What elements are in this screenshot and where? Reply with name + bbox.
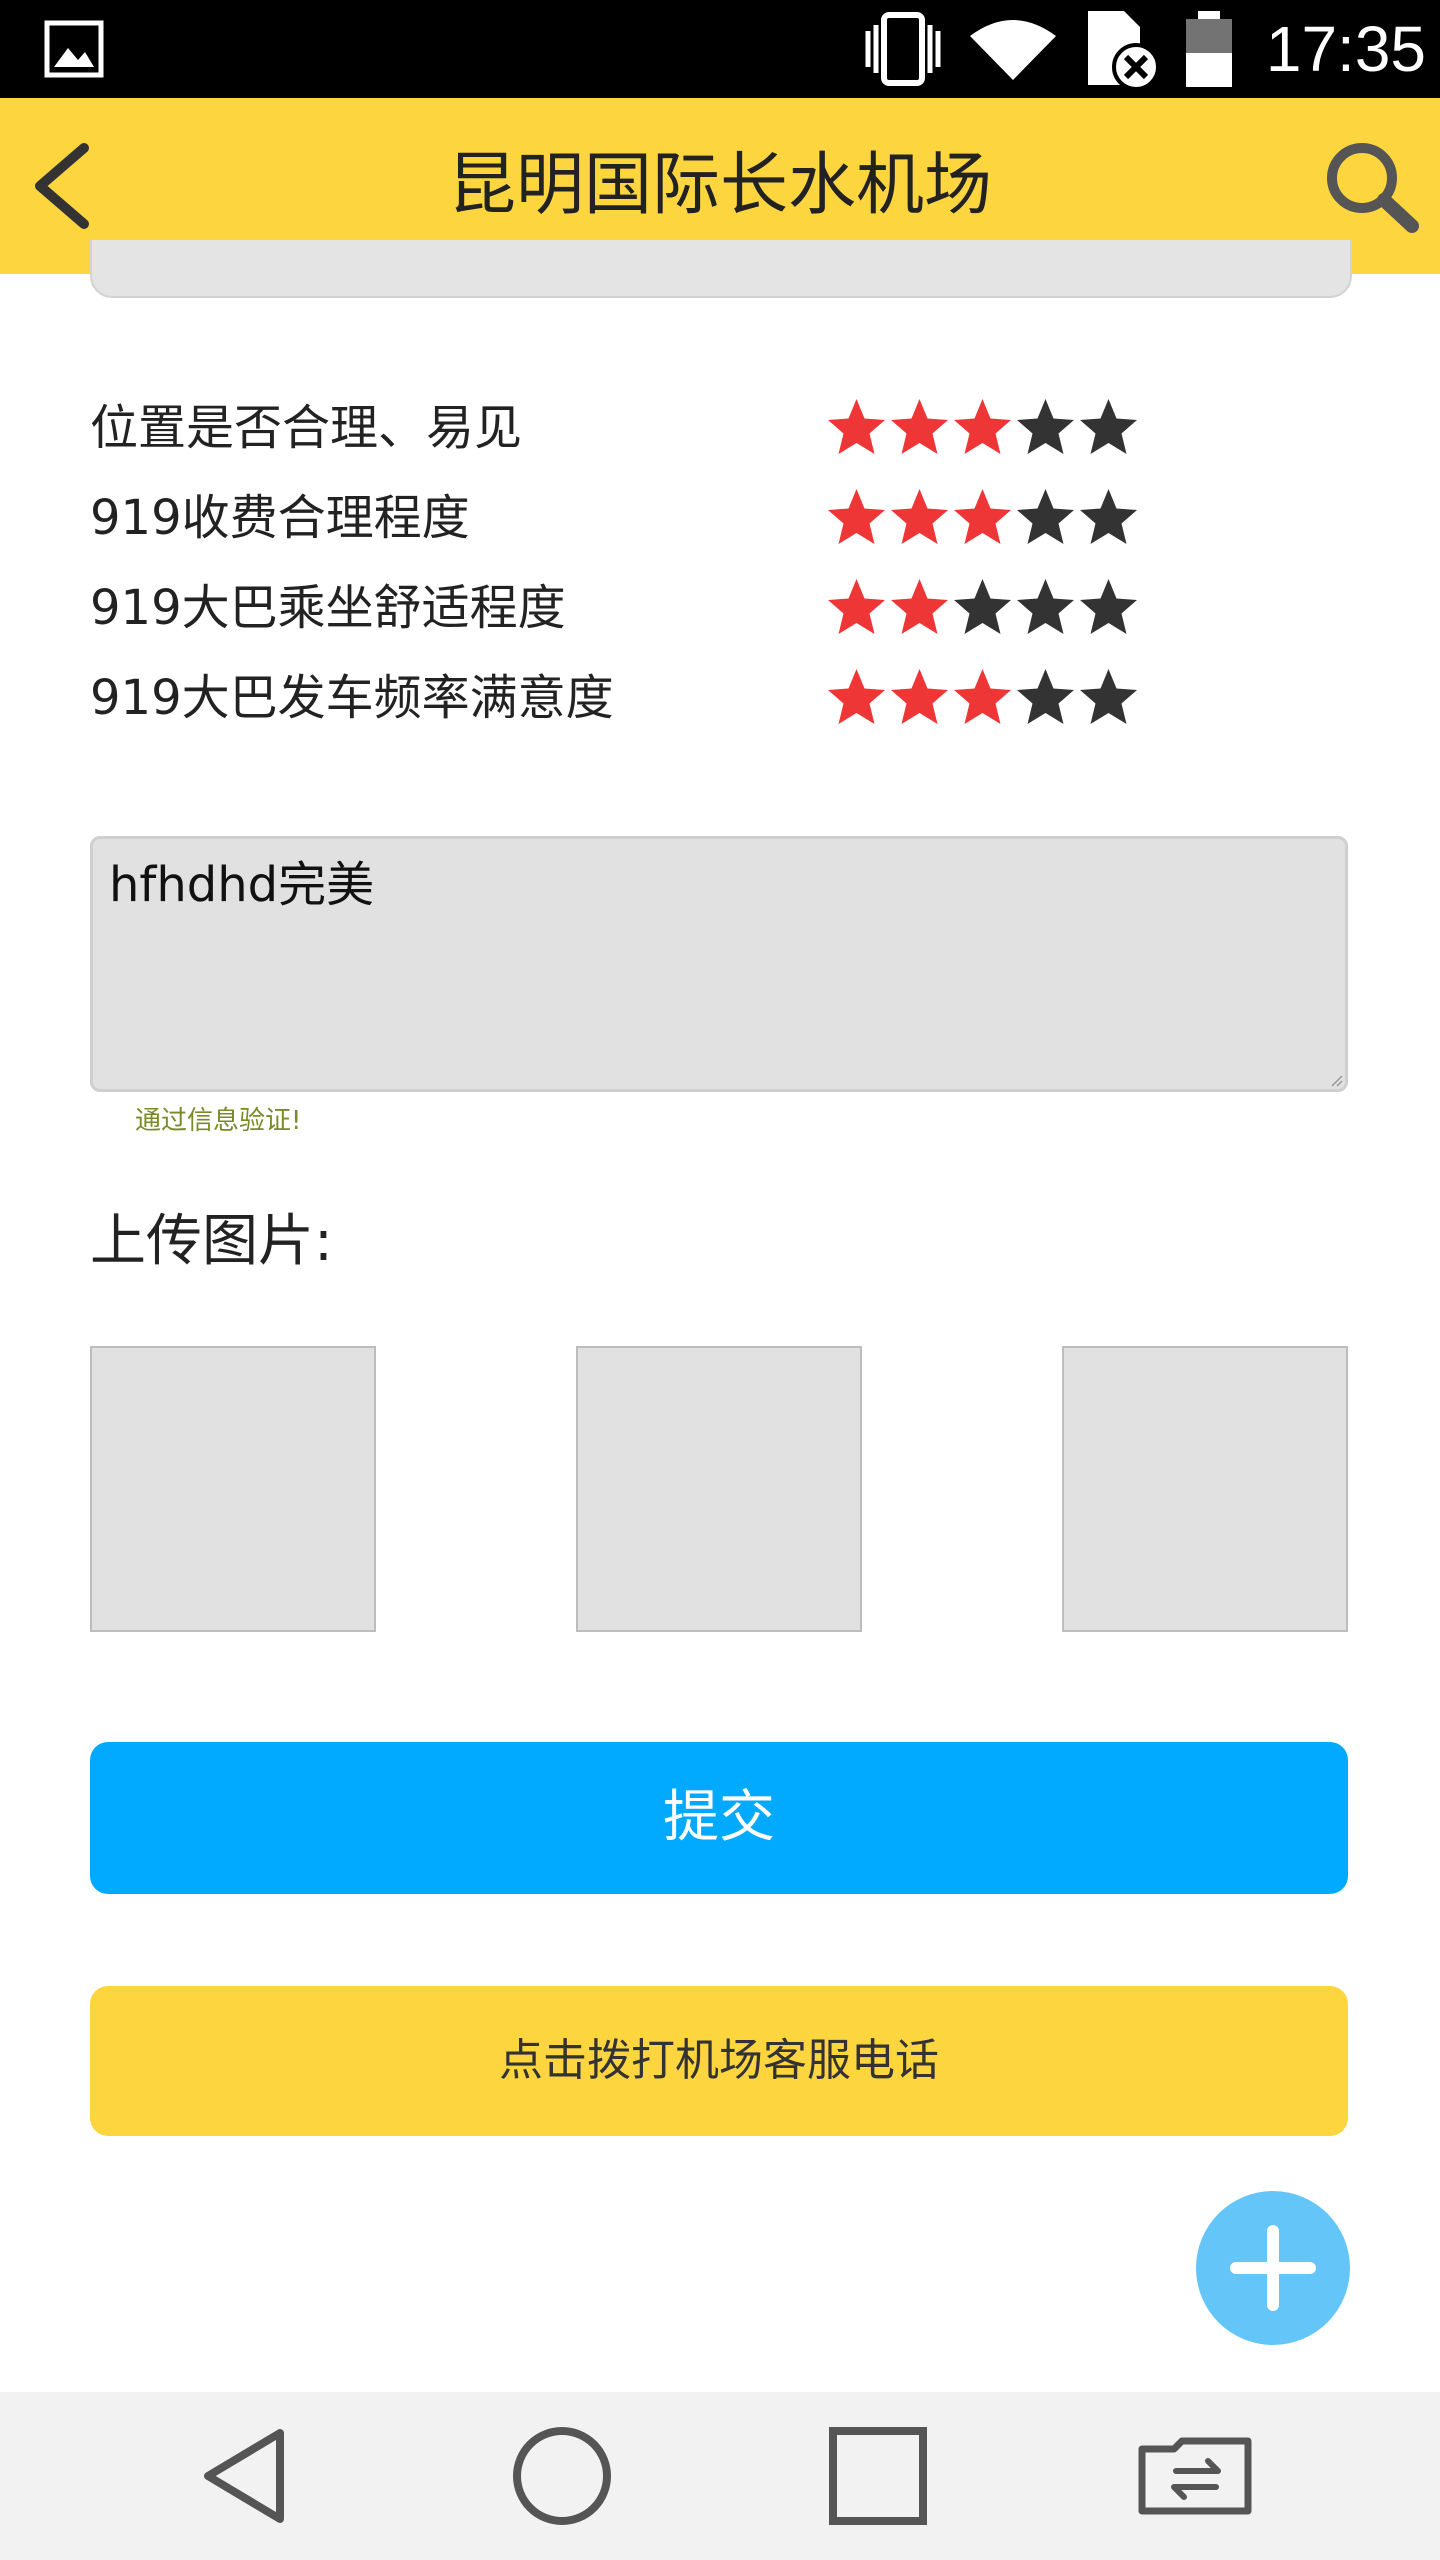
resize-grip-icon[interactable] xyxy=(1327,1071,1343,1087)
previous-input-field[interactable] xyxy=(90,240,1352,298)
star-filled-icon[interactable] xyxy=(825,486,888,550)
upload-label: 上传图片: xyxy=(90,1209,333,1274)
rating-row-frequency: 919大巴发车频率满意度 xyxy=(90,658,1190,738)
sim-no-service-icon xyxy=(1080,0,1166,98)
star-filled-icon[interactable] xyxy=(825,576,888,640)
star-filled-icon[interactable] xyxy=(825,396,888,460)
star-filled-icon[interactable] xyxy=(951,396,1014,460)
system-nav-bar xyxy=(0,2392,1440,2560)
image-upload-slot[interactable] xyxy=(1062,1346,1348,1632)
battery-icon xyxy=(1182,0,1236,98)
rating-row-location: 位置是否合理、易见 xyxy=(90,388,1190,468)
nav-back-icon xyxy=(204,2429,284,2523)
search-icon xyxy=(1327,143,1419,233)
rating-label: 919收费合理程度 xyxy=(90,490,470,546)
nav-recents-button[interactable] xyxy=(808,2392,948,2560)
star-rating[interactable] xyxy=(825,576,1140,640)
star-filled-icon[interactable] xyxy=(951,666,1014,730)
star-rating[interactable] xyxy=(825,396,1140,460)
star-empty-icon[interactable] xyxy=(1014,666,1077,730)
search-button[interactable] xyxy=(1316,134,1426,238)
image-upload-slot[interactable] xyxy=(576,1346,862,1632)
nav-home-button[interactable] xyxy=(492,2392,632,2560)
rating-row-comfort: 919大巴乘坐舒适程度 xyxy=(90,568,1190,648)
star-filled-icon[interactable] xyxy=(888,396,951,460)
rating-label: 919大巴发车频率满意度 xyxy=(90,670,614,726)
comment-value: hfhdhd完美 xyxy=(109,857,375,913)
nav-switch-button[interactable] xyxy=(1126,2392,1266,2560)
vibrate-icon xyxy=(862,0,946,98)
star-filled-icon[interactable] xyxy=(888,576,951,640)
wifi-icon xyxy=(968,0,1058,98)
add-fab-button[interactable] xyxy=(1196,2191,1350,2345)
star-filled-icon[interactable] xyxy=(888,486,951,550)
nav-back-button[interactable] xyxy=(176,2392,316,2560)
nav-switch-icon xyxy=(1138,2437,1252,2515)
nav-home-icon xyxy=(513,2427,611,2525)
star-empty-icon[interactable] xyxy=(1077,666,1140,730)
verify-message: 通过信息验证! xyxy=(135,1106,302,1136)
star-empty-icon[interactable] xyxy=(1014,576,1077,640)
star-empty-icon[interactable] xyxy=(1014,396,1077,460)
star-empty-icon[interactable] xyxy=(951,576,1014,640)
comment-textarea[interactable]: hfhdhd完美 xyxy=(90,836,1348,1092)
star-empty-icon[interactable] xyxy=(1077,576,1140,640)
plus-icon xyxy=(1230,2225,1316,2311)
star-empty-icon[interactable] xyxy=(1077,396,1140,460)
image-upload-slot[interactable] xyxy=(90,1346,376,1632)
star-filled-icon[interactable] xyxy=(888,666,951,730)
submit-button[interactable]: 提交 xyxy=(90,1742,1348,1894)
star-empty-icon[interactable] xyxy=(1077,486,1140,550)
star-rating[interactable] xyxy=(825,666,1140,730)
status-bar: 17:35 xyxy=(0,0,1440,98)
call-service-button[interactable]: 点击拨打机场客服电话 xyxy=(90,1986,1348,2136)
star-empty-icon[interactable] xyxy=(1014,486,1077,550)
image-notification-icon xyxy=(44,0,104,98)
star-rating[interactable] xyxy=(825,486,1140,550)
rating-label: 位置是否合理、易见 xyxy=(90,400,523,456)
star-filled-icon[interactable] xyxy=(951,486,1014,550)
nav-recents-icon xyxy=(829,2427,927,2525)
clock: 17:35 xyxy=(1265,13,1426,85)
rating-row-fee: 919收费合理程度 xyxy=(90,478,1190,558)
rating-label: 919大巴乘坐舒适程度 xyxy=(90,580,566,636)
star-filled-icon[interactable] xyxy=(825,666,888,730)
